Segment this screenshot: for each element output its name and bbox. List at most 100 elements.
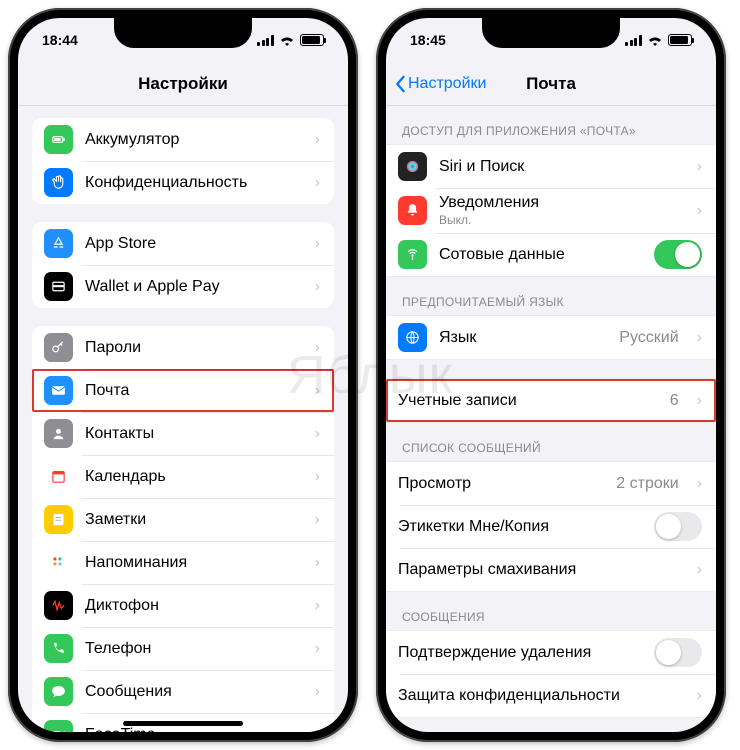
chevron-right-icon: › [315,597,320,615]
toggle[interactable] [654,512,702,541]
phone-left: 18:44 Настройки Аккумулятор › Конфиденци… [8,8,358,742]
cell[interactable]: Напоминания › [32,541,334,584]
cell[interactable]: Календарь › [32,455,334,498]
nav-bar: Настройки [18,62,348,106]
cell-label: Пароли [85,339,297,357]
cell[interactable]: Siri и Поиск › [386,145,716,188]
cell-value: 2 строки [616,475,678,493]
messages-icon [44,677,73,706]
cell-label: Почта [85,382,297,400]
cell[interactable]: Этикетки Мне/Копия [386,505,716,548]
settings-list[interactable]: Аккумулятор › Конфиденциальность › App S… [18,100,348,732]
cell[interactable]: Уведомления Выкл. › [386,188,716,233]
cell[interactable]: Конфиденциальность › [32,161,334,204]
facetime-icon [44,720,73,732]
chevron-right-icon: › [315,683,320,701]
cell-subtitle: Выкл. [439,213,679,227]
cell[interactable]: Заметки › [32,498,334,541]
calendar-icon [44,462,73,491]
signal-icon [625,35,642,46]
chevron-right-icon: › [315,174,320,192]
chevron-right-icon: › [315,131,320,149]
toggle[interactable] [654,638,702,667]
page-title: Настройки [138,74,228,94]
hand-icon [44,168,73,197]
cell-label: Язык [439,329,607,347]
key-icon [44,333,73,362]
chevron-right-icon: › [697,561,702,579]
cell-label: Заметки [85,511,297,529]
back-label: Настройки [408,75,486,93]
cell[interactable]: Учетные записи 6 › [386,379,716,422]
notch [482,18,620,48]
cell[interactable]: Параметры смахивания › [386,548,716,591]
settings-group: Аккумулятор › Конфиденциальность › [18,118,348,204]
section-header: СООБЩЕНИЯ [386,610,716,630]
chevron-right-icon: › [315,278,320,296]
settings-section: Учетные записи 6 › [386,378,716,423]
cell-label: Подтверждение удаления [398,644,642,662]
cell[interactable]: Сообщения › [32,670,334,713]
cell[interactable]: Wallet и Apple Pay › [32,265,334,308]
cell[interactable]: Пароли › [32,326,334,369]
voice-icon [44,591,73,620]
chevron-right-icon: › [315,382,320,400]
signal-icon [257,35,274,46]
cell-value: 6 [670,392,679,410]
toggle[interactable] [654,240,702,269]
cell[interactable]: Почта › [32,369,334,412]
settings-section: СООБЩЕНИЯ Подтверждение удаления Защита … [386,610,716,718]
appstore-icon [44,229,73,258]
home-indicator[interactable] [123,721,243,726]
cell[interactable]: Язык Русский› [386,316,716,359]
cell-label: Сообщения [85,683,297,701]
cell-label: Конфиденциальность [85,174,297,192]
battery-icon [300,34,324,46]
cell[interactable]: Контакты › [32,412,334,455]
cell-label: Напоминания [85,554,297,572]
phone-right: 18:45 Настройки Почта ДОСТУП ДЛЯ ПРИЛОЖЕ… [376,8,726,742]
cell-label: Учетные записи [398,392,658,410]
cell-label: Siri и Поиск [439,158,679,176]
chevron-right-icon: › [697,202,702,220]
cell[interactable]: Сотовые данные [386,233,716,276]
settings-group: App Store › Wallet и Apple Pay › [18,222,348,308]
cell[interactable]: App Store › [32,222,334,265]
bell-icon [398,196,427,225]
cell[interactable]: Защита конфиденциальности › [386,674,716,717]
mail-settings-list[interactable]: ДОСТУП ДЛЯ ПРИЛОЖЕНИЯ «ПОЧТА» Siri и Пои… [386,106,716,732]
cell[interactable]: Подтверждение удаления [386,631,716,674]
chevron-right-icon: › [697,392,702,410]
chevron-right-icon: › [697,329,702,347]
screen-right: 18:45 Настройки Почта ДОСТУП ДЛЯ ПРИЛОЖЕ… [386,18,716,732]
phone-icon [44,634,73,663]
chevron-right-icon: › [315,640,320,658]
cell-label: Просмотр [398,475,604,493]
mail-icon [44,376,73,405]
cell-label: App Store [85,235,297,253]
antenna-icon [398,240,427,269]
cell-label: FaceTime [85,726,297,733]
cell-label: Защита конфиденциальности [398,687,679,705]
status-time: 18:45 [410,32,446,48]
settings-section: ДОСТУП ДЛЯ ПРИЛОЖЕНИЯ «ПОЧТА» Siri и Пои… [386,124,716,277]
cell-label: Сотовые данные [439,246,642,264]
chevron-right-icon: › [315,511,320,529]
screen-left: 18:44 Настройки Аккумулятор › Конфиденци… [18,18,348,732]
battery-icon [44,125,73,154]
back-button[interactable]: Настройки [394,75,486,93]
settings-section: СПИСОК СООБЩЕНИЙ Просмотр 2 строки› Этик… [386,441,716,592]
chevron-right-icon: › [315,425,320,443]
cell-label: Параметры смахивания [398,561,679,579]
cell[interactable]: Просмотр 2 строки› [386,462,716,505]
cell-label: Календарь [85,468,297,486]
cell[interactable]: Диктофон › [32,584,334,627]
cell[interactable]: Аккумулятор › [32,118,334,161]
cell-label: Контакты [85,425,297,443]
battery-icon [668,34,692,46]
cell[interactable]: Телефон › [32,627,334,670]
chevron-right-icon: › [315,468,320,486]
wifi-icon [279,34,295,46]
cell-label: Аккумулятор [85,131,297,149]
page-title: Почта [526,74,576,94]
